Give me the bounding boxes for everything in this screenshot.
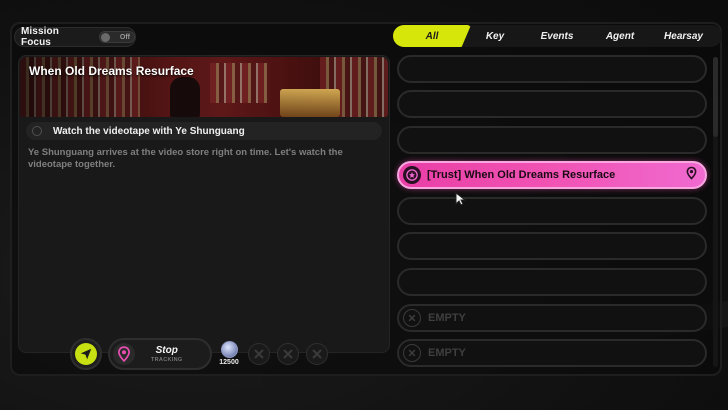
close-icon [254, 349, 264, 359]
quest-action-bar: Stop TRACKING 12500 [70, 338, 338, 370]
quest-description: Ye Shunguang arrives at the video store … [28, 147, 343, 170]
quest-slot[interactable] [397, 197, 707, 225]
quest-slot-empty: EMPTY [397, 304, 707, 332]
quest-banner-image: When Old Dreams Resurface [20, 57, 388, 117]
quest-item-title: [Trust] When Old Dreams Resurface [427, 169, 616, 181]
tab-agent[interactable]: Agent [595, 25, 645, 47]
map-pin-icon [117, 346, 131, 362]
quest-slot-empty: EMPTY [397, 339, 707, 367]
objective-text: Watch the videotape with Ye Shunguang [53, 125, 245, 137]
toggle-knob [101, 33, 111, 42]
quest-slot[interactable] [397, 232, 707, 260]
toggle-state-label: Off [119, 33, 130, 41]
reward-slot-empty [306, 343, 328, 365]
stop-label: Stop [155, 344, 178, 356]
tab-events[interactable]: Events [519, 25, 595, 47]
tracking-label: TRACKING [151, 356, 183, 363]
mission-focus-switch[interactable]: Off [99, 31, 135, 43]
trust-icon [403, 166, 421, 184]
objective-checkbox-icon [32, 126, 42, 136]
tab-all[interactable]: All [393, 25, 471, 47]
map-pin-icon [686, 166, 697, 185]
tab-key[interactable]: Key [471, 25, 519, 47]
empty-label: EMPTY [428, 347, 466, 359]
mission-focus-toggle[interactable]: Mission Focus Off [14, 26, 136, 48]
reward-slot-empty [248, 343, 270, 365]
quest-objective: Watch the videotape with Ye Shunguang [26, 122, 382, 140]
empty-label: EMPTY [428, 312, 466, 324]
quest-slot[interactable] [397, 90, 707, 118]
quest-detail-panel: When Old Dreams Resurface Watch the vide… [18, 55, 390, 353]
navigate-button[interactable] [70, 338, 102, 370]
tab-hearsay[interactable]: Hearsay [645, 25, 722, 47]
quest-slot[interactable] [397, 55, 707, 83]
close-icon [312, 349, 322, 359]
quest-category-tabs: All Key Events Agent Hearsay [393, 25, 722, 47]
quest-slot[interactable] [397, 126, 707, 154]
stop-tracking-button[interactable]: Stop TRACKING [108, 338, 212, 370]
close-icon [283, 349, 293, 359]
quest-slot[interactable] [397, 268, 707, 296]
scrollbar-thumb[interactable] [713, 57, 718, 137]
denny-coin-icon [220, 341, 238, 358]
quest-title: When Old Dreams Resurface [29, 64, 194, 78]
reward-item[interactable]: 12500 [216, 341, 242, 369]
mission-focus-label: Mission Focus [21, 26, 59, 48]
quest-list-scrollbar[interactable] [713, 57, 718, 367]
close-icon [403, 344, 421, 362]
quest-item-active[interactable]: [Trust] When Old Dreams Resurface [397, 161, 707, 189]
close-icon [403, 309, 421, 327]
reward-slot-empty [277, 343, 299, 365]
paper-plane-icon [80, 348, 92, 360]
mouse-cursor-icon [455, 191, 467, 211]
reward-amount: 12500 [219, 359, 239, 366]
